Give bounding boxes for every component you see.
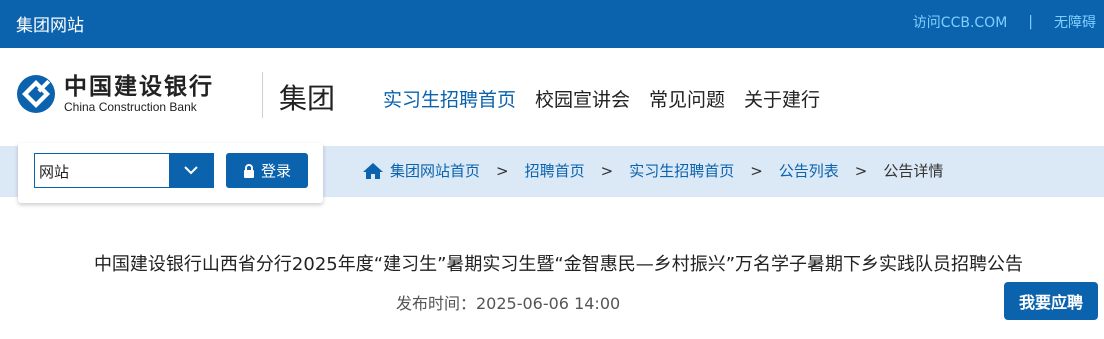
publish-time: 发布时间：2025-06-06 14:00 xyxy=(396,294,621,313)
site-select[interactable]: 网站 xyxy=(34,153,214,188)
breadcrumb-separator: > xyxy=(750,161,763,180)
site-header: 中国建设银行 China Construction Bank 集团 实习生招聘首… xyxy=(0,48,1104,146)
login-button[interactable]: 登录 xyxy=(226,153,308,188)
logo-english-name: China Construction Bank xyxy=(64,100,197,114)
breadcrumb: 集团网站首页 > 招聘首页 > 实习生招聘首页 > 公告列表 > 公告详情 xyxy=(362,160,943,181)
breadcrumb-item-group-home[interactable]: 集团网站首页 xyxy=(390,160,480,181)
lock-icon xyxy=(243,163,254,178)
top-bar: 集团网站 访问CCB.COM | 无障碍 xyxy=(0,0,1104,48)
main-nav: 实习生招聘首页 校园宣讲会 常见问题 关于建行 xyxy=(383,85,839,112)
home-icon[interactable] xyxy=(362,162,384,180)
ccb-logo[interactable]: 中国建设银行 China Construction Bank xyxy=(16,74,214,114)
logo-divider xyxy=(262,72,263,118)
apply-button[interactable]: 我要应聘 xyxy=(1004,282,1098,320)
logo-text: 中国建设银行 China Construction Bank xyxy=(64,74,214,114)
nav-item-faq[interactable]: 常见问题 xyxy=(649,85,725,112)
breadcrumb-current: 公告详情 xyxy=(883,162,944,180)
site-search-panel: 网站 登录 xyxy=(18,143,323,203)
visit-ccb-link[interactable]: 访问CCB.COM xyxy=(913,12,1007,32)
breadcrumb-item-notice-list[interactable]: 公告列表 xyxy=(779,160,839,181)
ccb-logo-icon xyxy=(17,75,55,113)
accessibility-link[interactable]: 无障碍 xyxy=(1054,12,1096,32)
breadcrumb-item-intern-home[interactable]: 实习生招聘首页 xyxy=(629,160,734,181)
top-bar-separator: | xyxy=(1028,14,1033,30)
nav-item-intern-home[interactable]: 实习生招聘首页 xyxy=(383,85,516,112)
breadcrumb-separator: > xyxy=(854,161,868,180)
notice-title: 中国建设银行山西省分行2025年度“建习生”暑期实习生暨“金智惠民—乡村振兴”万… xyxy=(93,254,1024,275)
login-button-label: 登录 xyxy=(260,162,291,180)
logo-chinese-name: 中国建设银行 xyxy=(64,74,214,100)
chevron-down-icon[interactable] xyxy=(169,154,213,187)
group-title: 集团 xyxy=(279,82,336,115)
nav-item-about[interactable]: 关于建行 xyxy=(744,85,820,112)
nav-item-campus-talks[interactable]: 校园宣讲会 xyxy=(535,85,630,112)
group-site-label[interactable]: 集团网站 xyxy=(16,11,84,36)
top-bar-links: 访问CCB.COM | 无障碍 xyxy=(913,12,1096,32)
breadcrumb-separator: > xyxy=(600,161,614,180)
breadcrumb-item-recruit-home[interactable]: 招聘首页 xyxy=(525,160,585,181)
site-select-value: 网站 xyxy=(39,163,70,181)
breadcrumb-separator: > xyxy=(496,161,509,180)
